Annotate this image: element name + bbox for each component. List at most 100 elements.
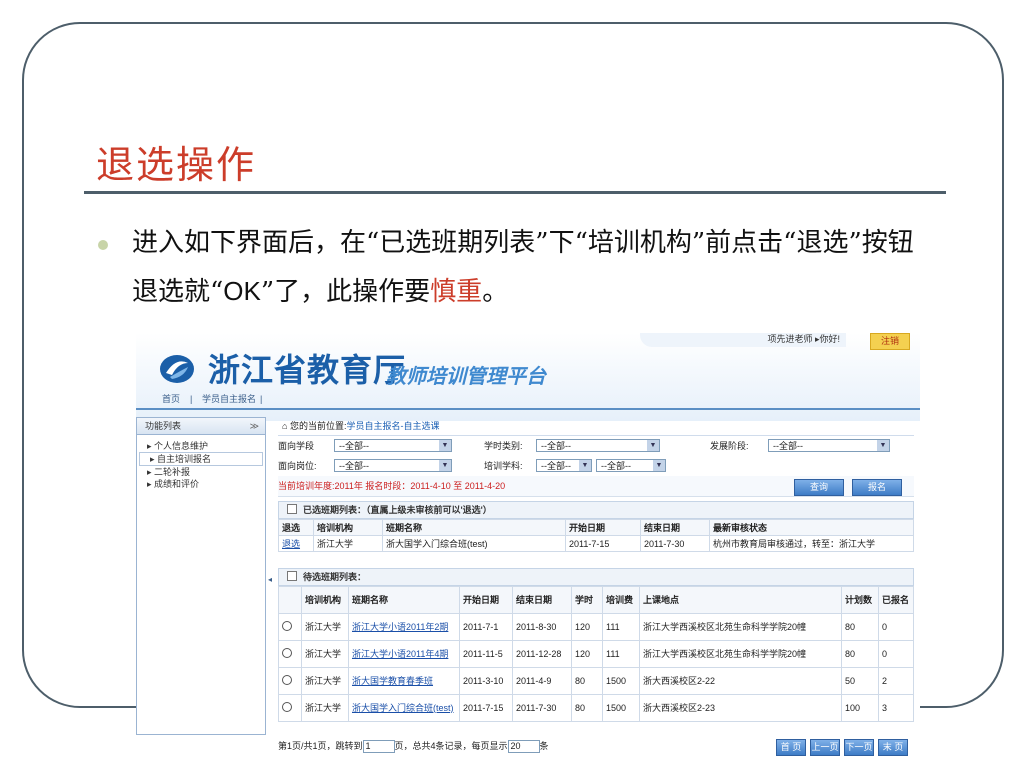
- pending-list-title: 待选班期列表：: [278, 568, 914, 586]
- table-cell: 111: [602, 640, 640, 668]
- table-cell: 1500: [602, 694, 640, 722]
- col-header: 培训机构: [313, 519, 383, 536]
- table-cell: 浙江大学: [301, 640, 349, 668]
- table-cell: 80: [841, 613, 879, 641]
- table-cell: 80: [571, 694, 603, 722]
- subject-select[interactable]: --全部-- ▼: [536, 459, 592, 472]
- table-cell: 120: [571, 613, 603, 641]
- logout-button[interactable]: 注销: [870, 333, 910, 350]
- sidebar-header: 功能列表 ≫: [136, 417, 266, 435]
- enroll-button[interactable]: 报名: [852, 479, 902, 496]
- col-header: 上课地点: [639, 586, 842, 614]
- bullet-ok: OK: [223, 276, 261, 306]
- col-header: 学时: [571, 586, 603, 614]
- table-row: 浙江大学 浙江大学小语2011年2期 2011-7-1 2011-8-30 12…: [278, 613, 914, 641]
- dev-stage-select-value: --全部--: [773, 441, 803, 451]
- table-row: 浙江大学 浙大国学入门综合班(test) 2011-7-15 2011-7-30…: [278, 694, 914, 722]
- filter-label-subject: 培训学科:: [484, 461, 523, 471]
- class-link[interactable]: 浙大国学入门综合班(test): [352, 703, 454, 713]
- nav-home[interactable]: 首页: [162, 391, 180, 408]
- table-cell: 1500: [602, 667, 640, 695]
- last-page-button[interactable]: 末 页: [878, 739, 908, 756]
- class-link[interactable]: 浙大国学教育春季班: [352, 676, 433, 686]
- nav-sep: |: [260, 394, 263, 404]
- stage-select[interactable]: --全部-- ▼: [334, 439, 452, 452]
- chevron-down-icon: ▼: [579, 460, 591, 471]
- class-link[interactable]: 浙江大学小语2011年2期: [352, 622, 448, 632]
- page-jump-input[interactable]: 1: [362, 740, 395, 754]
- select-radio[interactable]: [282, 620, 292, 631]
- table-cell: 2011-8-30: [512, 613, 572, 641]
- table-cell: 2011-4-9: [512, 667, 572, 695]
- col-header: 计划数: [841, 586, 879, 614]
- post-select[interactable]: --全部-- ▼: [334, 459, 452, 472]
- table-cell: 2011-7-15: [459, 694, 513, 722]
- col-header: 培训费: [602, 586, 640, 614]
- sidebar: 功能列表 ≫ ▸ 个人信息维护 ▸ 自主培训报名 ▸ 二轮补报 ▸ 成绩和评价: [136, 417, 266, 735]
- home-icon: ⌂: [282, 421, 288, 431]
- chevron-down-icon: ▼: [439, 460, 451, 471]
- selected-table: 退选 培训机构 班期名称 开始日期 结束日期 最新审核状态 退选 浙江大学 浙大…: [278, 519, 914, 552]
- table-cell: 浙大西溪校区2-22: [639, 667, 842, 695]
- select-radio[interactable]: [282, 674, 292, 685]
- chevron-down-icon: ▼: [877, 440, 889, 451]
- pending-list-title-text: 待选班期列表：: [303, 572, 367, 582]
- bullet-text: 进入如下界面后，在“已选班期列表”下“培训机构”前点击“退选”按钮退选就“OK”…: [132, 219, 932, 316]
- query-button[interactable]: 查询: [794, 479, 844, 496]
- col-header: 开始日期: [565, 519, 641, 536]
- table-cell: 2011-12-28: [512, 640, 572, 668]
- first-page-button[interactable]: 首 页: [776, 739, 806, 756]
- class-link[interactable]: 浙江大学小语2011年4期: [352, 649, 448, 659]
- prev-page-button[interactable]: 上一页: [810, 739, 840, 756]
- nav-self-enroll[interactable]: 学员自主报名: [202, 391, 256, 408]
- subject-sub-select[interactable]: --全部-- ▼: [596, 459, 666, 472]
- selected-list-title: 已选班期列表：（直属上级未审核前可以'退选'）: [278, 501, 914, 519]
- dev-stage-select[interactable]: --全部-- ▼: [768, 439, 890, 452]
- table-row: 浙江大学 浙大国学教育春季班 2011-3-10 2011-4-9 80 150…: [278, 667, 914, 695]
- table-cell: 杭州市教育局审核通过，转至：浙江大学: [709, 535, 914, 552]
- sidebar-item-enroll[interactable]: ▸ 自主培训报名: [139, 452, 263, 466]
- bullet-highlight: 慎重: [430, 277, 483, 307]
- col-header: 培训机构: [301, 586, 349, 614]
- bullet-dot-icon: [98, 240, 108, 250]
- table-cell: 2: [878, 667, 914, 695]
- filter-row-2: 面向岗位: --全部-- ▼ 培训学科: --全部-- ▼ --全部-- ▼: [278, 456, 914, 476]
- page-size-input[interactable]: 20: [507, 740, 540, 754]
- collapse-arrow-icon[interactable]: ◂: [268, 575, 273, 589]
- sidebar-body: ▸ 个人信息维护 ▸ 自主培训报名 ▸ 二轮补报 ▸ 成绩和评价: [136, 435, 266, 735]
- col-header: 班期名称: [382, 519, 566, 536]
- table-cell: 50: [841, 667, 879, 695]
- sidebar-item-profile[interactable]: ▸ 个人信息维护: [137, 440, 265, 452]
- table-cell: 浙江大学西溪校区北苑生命科学学院20幢: [639, 640, 842, 668]
- filter-label-dev-stage: 发展阶段:: [710, 441, 749, 451]
- logo-title: 浙江省教育厅: [208, 351, 407, 389]
- pager-mid: 页，总共4条记录，每页显示: [394, 741, 508, 751]
- table-header-row: 培训机构 班期名称 开始日期 结束日期 学时 培训费 上课地点 计划数 已报名: [278, 586, 914, 614]
- banner: 浙江省教育厅 教师培训管理平台 项先进老师 ▸你好! 注销 首页 | 学员自主报…: [136, 333, 920, 421]
- col-header: 已报名: [878, 586, 914, 614]
- select-radio[interactable]: [282, 701, 292, 712]
- select-radio[interactable]: [282, 647, 292, 658]
- post-select-value: --全部--: [339, 461, 369, 471]
- table-cell: 2011-7-15: [565, 535, 641, 552]
- filter-row-1: 面向学段 --全部-- ▼ 学时类别: --全部-- ▼ 发展阶段: --全部-- ▼: [278, 436, 914, 456]
- withdraw-link[interactable]: 退选: [282, 539, 300, 549]
- table-cell: 0: [878, 613, 914, 641]
- table-cell: 0: [878, 640, 914, 668]
- sidebar-item-second-round[interactable]: ▸ 二轮补报: [137, 466, 265, 478]
- next-page-button[interactable]: 下一页: [844, 739, 874, 756]
- table-header-row: 退选 培训机构 班期名称 开始日期 结束日期 最新审核状态: [278, 519, 914, 536]
- table-cell: 浙江大学: [301, 667, 349, 695]
- hour-type-select-value: --全部--: [541, 441, 571, 451]
- collapse-icon[interactable]: ≫: [250, 418, 259, 434]
- stage-select-value: --全部--: [339, 441, 369, 451]
- breadcrumb-path: 学员自主报名-自主选课: [346, 421, 440, 431]
- table-cell: 2011-3-10: [459, 667, 513, 695]
- chevron-down-icon: ▼: [653, 460, 665, 471]
- col-header: 结束日期: [640, 519, 710, 536]
- table-cell: 80: [571, 667, 603, 695]
- table-cell: 100: [841, 694, 879, 722]
- hour-type-select[interactable]: --全部-- ▼: [536, 439, 660, 452]
- table-cell: 浙大国学入门综合班(test): [382, 535, 566, 552]
- sidebar-item-grades[interactable]: ▸ 成绩和评价: [137, 478, 265, 490]
